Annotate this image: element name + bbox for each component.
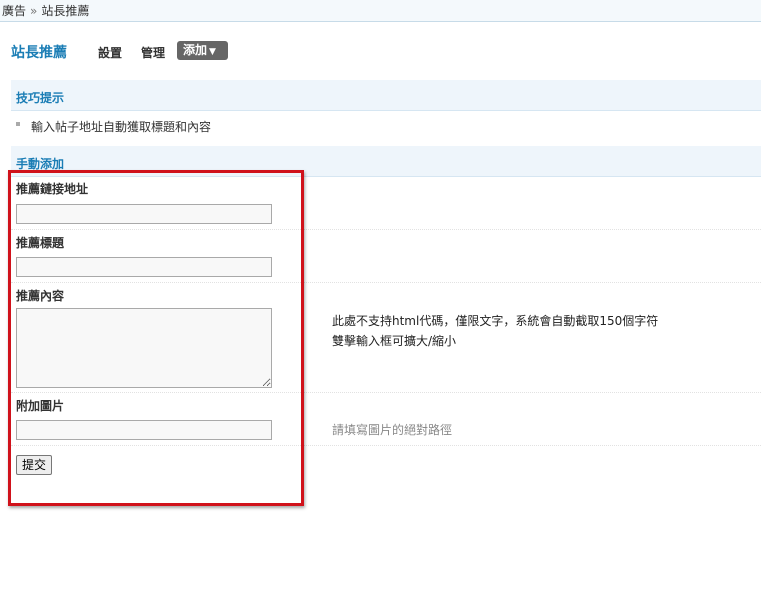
nav-settings[interactable]: 設置 bbox=[98, 44, 122, 61]
recommend-content-label: 推薦內容 bbox=[16, 289, 65, 303]
nav-manage[interactable]: 管理 bbox=[141, 44, 165, 61]
recommend-title-input[interactable] bbox=[16, 257, 272, 277]
tips-section-header: 技巧提示 bbox=[11, 80, 761, 111]
breadcrumb: 廣告 » 站長推薦 bbox=[2, 2, 89, 19]
bullet-icon bbox=[16, 122, 20, 126]
content-hint-line-1: 此處不支持html代碼，僅限文字，系統會自動截取150個字符 bbox=[332, 314, 659, 328]
nav-add-label: 添加 bbox=[183, 43, 208, 57]
tips-title: 技巧提示 bbox=[16, 91, 65, 105]
nav-add-dropdown[interactable]: 添加 ▼ bbox=[177, 41, 228, 60]
recommend-title-label: 推薦標題 bbox=[16, 236, 65, 250]
recommend-url-label: 推薦鏈接地址 bbox=[16, 182, 89, 196]
breadcrumb-item-recommend[interactable]: 站長推薦 bbox=[41, 4, 89, 18]
row-divider bbox=[11, 445, 761, 446]
row-divider bbox=[11, 282, 761, 283]
page-title: 站長推薦 bbox=[11, 45, 67, 61]
row-divider bbox=[11, 229, 761, 230]
caret-down-icon: ▼ bbox=[209, 47, 216, 57]
row-divider bbox=[11, 392, 761, 393]
top-bar: 廣告 » 站長推薦 bbox=[0, 0, 761, 22]
attach-image-input[interactable] bbox=[16, 420, 272, 440]
manual-add-section-header: 手動添加 bbox=[11, 146, 761, 177]
content-hint-line-2: 雙擊輸入框可擴大/縮小 bbox=[332, 334, 457, 348]
breadcrumb-separator: » bbox=[30, 4, 38, 18]
manual-add-title: 手動添加 bbox=[16, 157, 65, 171]
attach-image-label: 附加圖片 bbox=[16, 399, 65, 413]
recommend-url-input[interactable] bbox=[16, 204, 272, 224]
tip-item: 輸入帖子地址自動獲取標題和內容 bbox=[31, 120, 212, 134]
image-path-hint: 請填寫圖片的絕對路徑 bbox=[332, 423, 453, 437]
submit-button[interactable]: 提交 bbox=[16, 455, 52, 475]
breadcrumb-item-ads[interactable]: 廣告 bbox=[2, 4, 26, 18]
recommend-content-textarea[interactable] bbox=[16, 308, 272, 388]
